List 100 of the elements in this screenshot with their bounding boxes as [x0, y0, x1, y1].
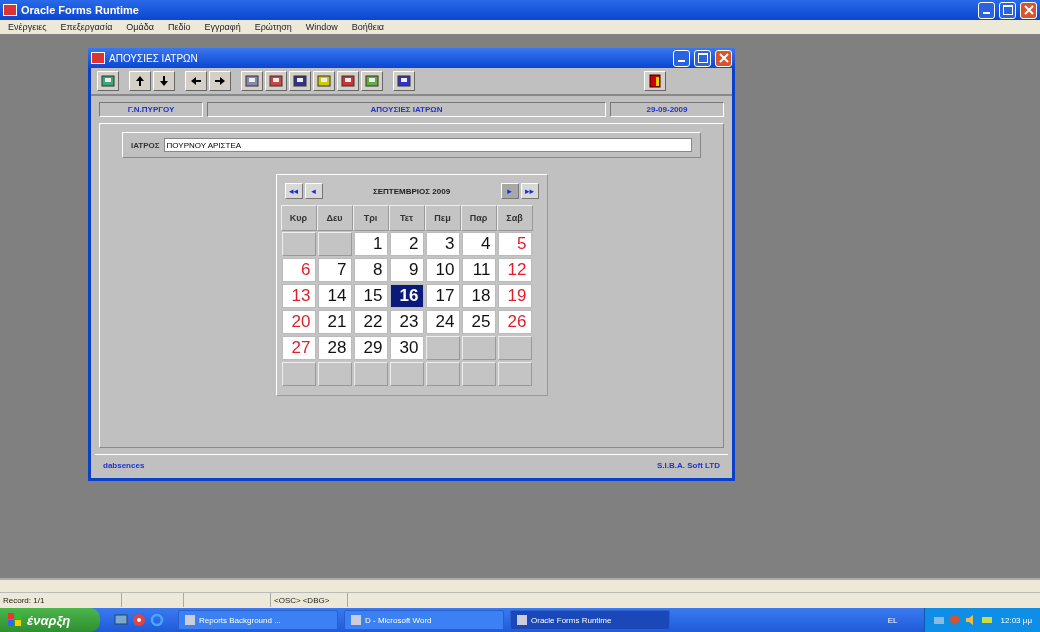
empty-day-cell [461, 362, 496, 386]
taskbar-button[interactable]: D - Microsoft Word [344, 610, 504, 630]
hospital-label: Γ.Ν.ΠΥΡΓΟΥ [99, 102, 203, 117]
calendar-day[interactable]: 30 [389, 336, 424, 360]
calendar-day[interactable]: 17 [425, 284, 460, 308]
toolbar-button[interactable] [129, 71, 151, 91]
form-window-title: ΑΠΟΥΣΙΕΣ ΙΑΤΡΩΝ [109, 52, 198, 64]
menu-item[interactable]: Βοήθεια [351, 22, 385, 32]
calendar-day[interactable]: 12 [497, 258, 532, 282]
menu-item[interactable]: Επεξεργασία [60, 22, 113, 32]
toolbar-button[interactable] [97, 71, 119, 91]
taskbar-button[interactable]: Oracle Forms Runtime [510, 610, 670, 630]
calendar-day[interactable]: 15 [353, 284, 388, 308]
date-label: 29-09-2009 [610, 102, 724, 117]
calendar-day[interactable]: 24 [425, 310, 460, 334]
toolbar-button[interactable] [153, 71, 175, 91]
calendar-day[interactable]: 6 [281, 258, 316, 282]
left-arrow-icon [190, 75, 202, 87]
menu-item[interactable]: Window [305, 22, 338, 32]
weekday-header: Τρι [352, 205, 389, 231]
calendar-day[interactable]: 14 [317, 284, 352, 308]
calendar-day[interactable]: 27 [281, 336, 316, 360]
calendar-day[interactable]: 5 [497, 232, 532, 256]
calendar-day[interactable]: 26 [497, 310, 532, 334]
calendar-day[interactable]: 16 [389, 284, 424, 308]
down-arrow-icon [158, 75, 170, 87]
taskbar-button[interactable]: Reports Background ... [178, 610, 338, 630]
clock: 12:03 μμ [1000, 615, 1032, 625]
minimize-button[interactable] [978, 1, 995, 19]
app-icon [3, 4, 17, 16]
weekday-header: Κυρ [280, 205, 317, 231]
calendar-day[interactable]: 8 [353, 258, 388, 282]
calendar-day[interactable]: 10 [425, 258, 460, 282]
next-month-button[interactable]: ▸ [500, 183, 519, 199]
calendar-day[interactable]: 25 [461, 310, 496, 334]
dbg-indicator: <DBG> [302, 595, 330, 605]
toolbar-button[interactable] [241, 71, 263, 91]
empty-day-cell [497, 362, 532, 386]
calendar-day[interactable]: 1 [353, 232, 388, 256]
language-indicator[interactable]: EL [887, 615, 898, 625]
calendar-day[interactable]: 18 [461, 284, 496, 308]
desktop-icon[interactable] [114, 613, 128, 627]
weekday-header: Σαβ [496, 205, 533, 231]
weekday-header: Δευ [316, 205, 353, 231]
minimize-button[interactable] [673, 49, 690, 67]
toolbar-button[interactable] [644, 71, 666, 91]
doctor-label: ΙΑΤΡΟΣ [131, 140, 160, 150]
previous-month-button[interactable]: ◂ [304, 183, 323, 199]
next-year-button[interactable]: ▸▸ [520, 183, 539, 199]
form-name: dabsences [103, 461, 145, 470]
empty-day-cell [281, 362, 316, 386]
calendar-day[interactable]: 19 [497, 284, 532, 308]
up-arrow-icon [134, 75, 146, 87]
toolbar-button[interactable] [185, 71, 207, 91]
window-title: Oracle Forms Runtime [21, 4, 139, 16]
empty-day-cell [281, 232, 316, 256]
empty-day-cell [317, 362, 352, 386]
calendar-day[interactable]: 9 [389, 258, 424, 282]
calendar-day[interactable]: 3 [425, 232, 460, 256]
calendar-day[interactable]: 22 [353, 310, 388, 334]
company-name: S.I.B.A. Soft LTD [657, 461, 720, 470]
toolbar-button[interactable] [393, 71, 415, 91]
calendar-day[interactable]: 20 [281, 310, 316, 334]
empty-day-cell [461, 336, 496, 360]
calendar-day[interactable]: 11 [461, 258, 496, 282]
menu-item[interactable]: Πεδίο [167, 22, 191, 32]
calendar-day[interactable]: 7 [317, 258, 352, 282]
doctor-field[interactable]: ΠΟΥΡΝΟΥ ΑΡΙΣΤΕΑ [163, 138, 692, 152]
toolbar-button[interactable] [337, 71, 359, 91]
menu-item[interactable]: Ερώτηση [254, 22, 292, 32]
toolbar-button[interactable] [289, 71, 311, 91]
toolbar-button[interactable] [265, 71, 287, 91]
exit-door-icon [649, 74, 661, 88]
calendar-day[interactable]: 28 [317, 336, 352, 360]
restore-button[interactable] [999, 1, 1016, 19]
empty-day-cell [353, 362, 388, 386]
empty-day-cell [425, 362, 460, 386]
calendar-day[interactable]: 2 [389, 232, 424, 256]
record-counter: Record: 1/1 [0, 593, 122, 607]
maximize-button[interactable] [694, 49, 711, 67]
weekday-header: Τετ [388, 205, 425, 231]
close-button[interactable] [715, 49, 732, 67]
calendar-day[interactable]: 23 [389, 310, 424, 334]
month-title: ΣΕΠΤΕΜΒΡΙΟΣ 2009 [371, 186, 452, 196]
media-icon[interactable] [132, 613, 146, 627]
form-heading: ΑΠΟΥΣΙΕΣ ΙΑΤΡΩΝ [207, 102, 606, 117]
osc-indicator: <OSC> [274, 595, 301, 605]
calendar-day[interactable]: 29 [353, 336, 388, 360]
weekday-header: Παρ [460, 205, 497, 231]
toolbar-button[interactable] [209, 71, 231, 91]
empty-day-cell [497, 336, 532, 360]
menu-item[interactable]: Ομάδα [126, 22, 154, 32]
calendar-day[interactable]: 21 [317, 310, 352, 334]
calendar-day[interactable]: 13 [281, 284, 316, 308]
windows-logo-icon [8, 613, 22, 627]
previous-year-button[interactable]: ◂◂ [284, 183, 303, 199]
menu-item[interactable]: Εγγραφή [204, 22, 241, 32]
menu-item[interactable]: Ενέργειες [8, 22, 47, 32]
calendar-day[interactable]: 4 [461, 232, 496, 256]
close-button[interactable] [1020, 1, 1037, 19]
